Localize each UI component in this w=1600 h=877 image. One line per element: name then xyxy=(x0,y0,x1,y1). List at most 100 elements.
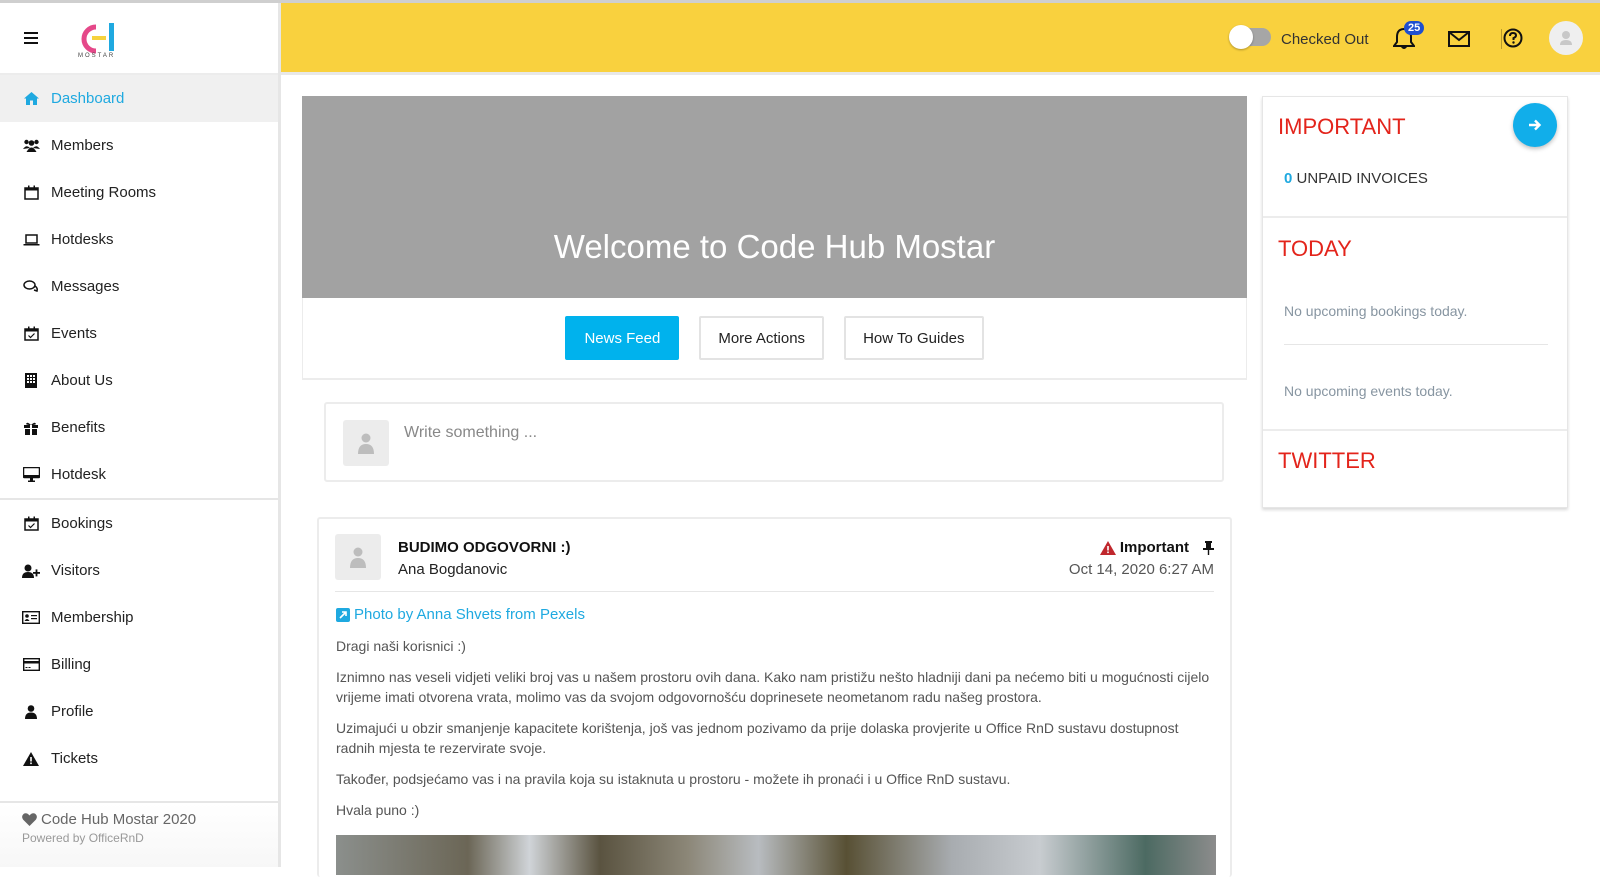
checkin-toggle[interactable] xyxy=(1229,25,1271,49)
sidebar-item-tickets[interactable]: Tickets xyxy=(0,735,278,782)
sidebar-item-label: Benefits xyxy=(51,419,106,436)
sidebar-item-about-us[interactable]: About Us xyxy=(0,357,278,404)
sidebar-item-label: Profile xyxy=(51,703,94,720)
sidebar-item-bookings[interactable]: Bookings xyxy=(0,500,278,547)
sidebar: MOSTAR Dashboard Members Meeting Rooms H… xyxy=(0,3,281,867)
post-paragraph: Hvala puno :) xyxy=(336,802,420,818)
calendar-icon xyxy=(22,185,40,201)
heart-icon xyxy=(22,813,37,826)
sidebar-item-label: Visitors xyxy=(51,562,100,579)
avatar-placeholder-icon xyxy=(358,433,374,454)
no-bookings-text: No upcoming bookings today. xyxy=(1284,303,1468,319)
warning-icon xyxy=(22,751,40,767)
feed-tabs: News Feed More Actions How To Guides xyxy=(302,298,1247,380)
gift-icon xyxy=(22,420,40,436)
logo-caption: MOSTAR xyxy=(78,53,116,59)
unpaid-label: UNPAID INVOICES xyxy=(1296,170,1428,187)
twitter-title: TWITTER xyxy=(1278,448,1376,473)
notification-badge: 25 xyxy=(1404,21,1425,35)
footer-title: Code Hub Mostar 2020 xyxy=(41,811,197,828)
sidebar-item-label: Members xyxy=(51,137,114,154)
post-paragraph: Dragi naši korisnici :) xyxy=(336,638,466,654)
sidebar-item-benefits[interactable]: Benefits xyxy=(0,404,278,451)
post-date: Oct 14, 2020 6:27 AM xyxy=(1068,561,1214,578)
post-body: Photo by Anna Shvets from Pexels Dragi n… xyxy=(336,605,1216,831)
sidebar-item-label: Hotdesks xyxy=(51,231,114,248)
post-important-tag: Important xyxy=(1099,539,1214,556)
tab-how-to-guides[interactable]: How To Guides xyxy=(844,316,984,360)
arrow-right-icon xyxy=(1529,119,1542,131)
sidebar-item-label: Billing xyxy=(51,656,92,673)
header-divider xyxy=(1501,29,1502,49)
sidebar-item-label: Events xyxy=(51,325,97,342)
right-panel: IMPORTANT 0 UNPAID INVOICES TODAY No upc… xyxy=(1262,96,1568,508)
important-title: IMPORTANT xyxy=(1278,114,1406,139)
desktop-icon xyxy=(22,467,40,483)
menu-toggle-icon[interactable] xyxy=(24,32,38,44)
calendar-check-icon xyxy=(22,326,40,342)
warning-icon xyxy=(1099,540,1116,555)
post-author-avatar xyxy=(335,534,381,580)
important-arrow-button[interactable] xyxy=(1513,103,1557,147)
post-paragraph: Također, podsjećamo vas i na pravila koj… xyxy=(336,771,1011,787)
today-divider xyxy=(1284,344,1548,345)
unpaid-count: 0 xyxy=(1284,170,1293,187)
id-card-icon xyxy=(22,610,40,626)
post-paragraph: Iznimno nas veseli vidjeti veliki broj v… xyxy=(336,669,1210,705)
avatar-placeholder-icon xyxy=(350,547,366,568)
sidebar-item-visitors[interactable]: Visitors xyxy=(0,547,278,594)
sidebar-item-membership[interactable]: Membership xyxy=(0,594,278,641)
sidebar-item-label: Dashboard xyxy=(51,90,125,107)
mail-icon[interactable] xyxy=(1448,31,1470,47)
sidebar-nav: Dashboard Members Meeting Rooms Hotdesks… xyxy=(0,75,278,782)
sidebar-item-messages[interactable]: Messages xyxy=(0,263,278,310)
sidebar-item-hotdesks[interactable]: Hotdesks xyxy=(0,216,278,263)
comments-icon xyxy=(22,279,40,295)
no-events-text: No upcoming events today. xyxy=(1284,383,1453,399)
powered-by: Powered by OfficeRnD xyxy=(22,831,144,845)
sidebar-item-label: Hotdesk xyxy=(51,466,107,483)
calendar-check-icon xyxy=(22,516,40,532)
sidebar-item-members[interactable]: Members xyxy=(0,122,278,169)
home-icon xyxy=(22,91,40,107)
unpaid-invoices[interactable]: 0 UNPAID INVOICES xyxy=(1284,170,1428,187)
sidebar-item-label: Messages xyxy=(51,278,120,295)
sidebar-item-label: About Us xyxy=(51,372,113,389)
welcome-banner: Welcome to Code Hub Mostar xyxy=(302,96,1247,298)
pin-icon[interactable] xyxy=(1203,540,1214,555)
user-plus-icon xyxy=(22,563,40,579)
sidebar-item-dashboard[interactable]: Dashboard xyxy=(0,75,278,122)
avatar-placeholder-icon xyxy=(1560,31,1572,45)
external-link-icon xyxy=(336,608,350,622)
user-icon xyxy=(22,704,40,720)
tab-news-feed[interactable]: News Feed xyxy=(565,316,680,360)
sidebar-item-billing[interactable]: Billing xyxy=(0,641,278,688)
post-author[interactable]: Ana Bogdanovic xyxy=(398,561,507,578)
sidebar-item-profile[interactable]: Profile xyxy=(0,688,278,735)
welcome-title: Welcome to Code Hub Mostar xyxy=(553,228,996,265)
sidebar-footer: Code Hub Mostar 2020 Powered by OfficeRn… xyxy=(0,801,278,867)
post-composer[interactable]: Write something ... xyxy=(324,402,1224,482)
post-divider xyxy=(335,591,1214,592)
today-section: TODAY No upcoming bookings today. No upc… xyxy=(1263,218,1567,431)
sidebar-item-meeting-rooms[interactable]: Meeting Rooms xyxy=(0,169,278,216)
post-paragraph: Uzimajući u obzir smanjenje kapacitete k… xyxy=(336,720,1179,756)
users-icon xyxy=(22,138,40,154)
user-avatar[interactable] xyxy=(1549,21,1583,55)
help-icon[interactable] xyxy=(1503,28,1523,48)
sidebar-item-label: Meeting Rooms xyxy=(51,184,157,201)
composer-avatar xyxy=(343,420,389,466)
sidebar-item-label: Bookings xyxy=(51,515,113,532)
important-section: IMPORTANT 0 UNPAID INVOICES xyxy=(1263,97,1567,218)
photo-credit-text: Photo by Anna Shvets from Pexels xyxy=(354,606,585,623)
twitter-section: TWITTER xyxy=(1263,431,1567,505)
post-tag-label: Important xyxy=(1119,539,1189,556)
sidebar-item-events[interactable]: Events xyxy=(0,310,278,357)
tab-more-actions[interactable]: More Actions xyxy=(699,316,825,360)
sidebar-item-label: Tickets xyxy=(51,750,98,767)
sidebar-item-hotdesk[interactable]: Hotdesk xyxy=(0,451,278,498)
photo-credit-link[interactable]: Photo by Anna Shvets from Pexels xyxy=(336,605,1216,625)
composer-input[interactable]: Write something ... xyxy=(404,424,537,442)
checkin-status-label: Checked Out xyxy=(1281,31,1369,48)
post-image[interactable] xyxy=(336,835,1216,875)
